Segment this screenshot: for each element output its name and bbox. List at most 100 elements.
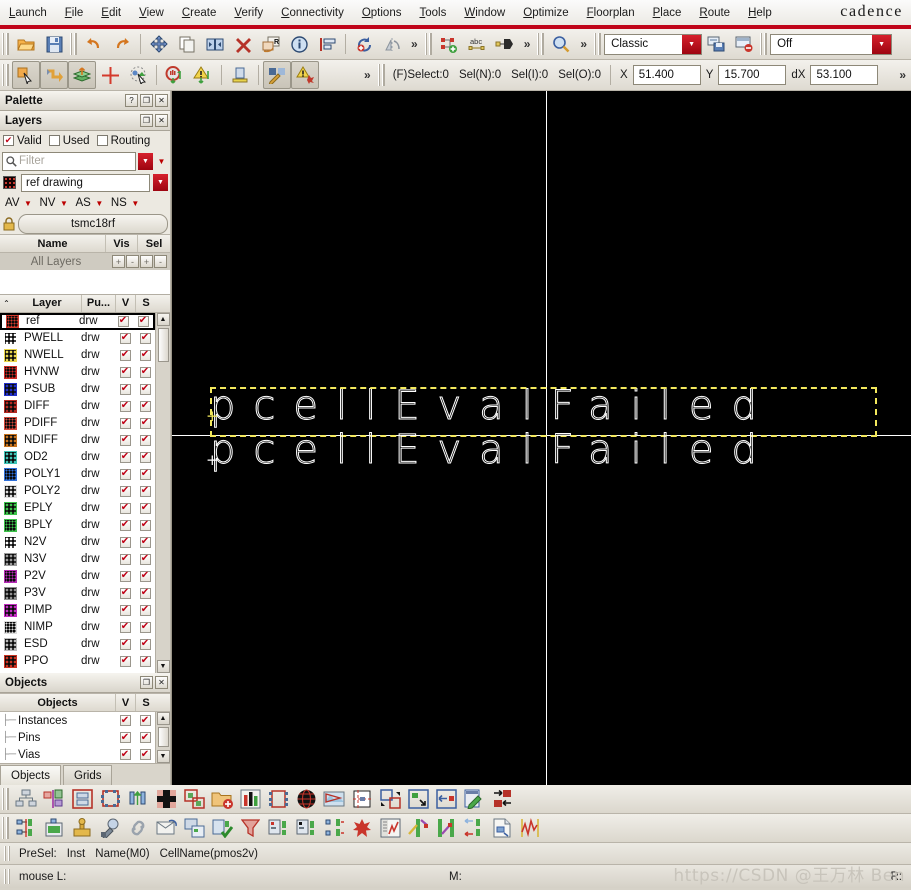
- layer-filter-used[interactable]: Used: [48, 135, 90, 147]
- layer-selectable-checkbox[interactable]: ✔: [135, 587, 155, 599]
- layer-visible-checkbox[interactable]: ✔: [115, 349, 135, 361]
- menu-item-create[interactable]: Create: [173, 5, 226, 21]
- layer-visible-checkbox[interactable]: ✔: [115, 383, 135, 395]
- checkbox-valid[interactable]: ✔: [3, 135, 14, 146]
- chip-io-icon[interactable]: [96, 786, 124, 813]
- layer-selectable-checkbox[interactable]: ✔: [135, 332, 155, 344]
- zoom-icon[interactable]: [547, 30, 575, 58]
- x-coord-input[interactable]: 51.400: [632, 65, 701, 85]
- pin-table-icon[interactable]: [40, 815, 68, 842]
- layer-color-swatch[interactable]: [4, 586, 17, 600]
- menu-item-view[interactable]: View: [130, 5, 173, 21]
- warn-push-icon[interactable]: [189, 61, 217, 89]
- layer-selectable-checkbox[interactable]: ✔: [135, 400, 155, 412]
- layer-row[interactable]: PDIFF drw ✔ ✔: [0, 415, 155, 432]
- layer-color-swatch[interactable]: [4, 365, 17, 379]
- preview-icon[interactable]: [320, 786, 348, 813]
- tab-objects[interactable]: Objects: [0, 765, 61, 785]
- bottom-toolbar1-grip[interactable]: [2, 788, 9, 810]
- filter-input[interactable]: Filter: [2, 151, 136, 171]
- all-layers-row[interactable]: All Layers + - + -: [0, 253, 170, 270]
- object-visible-checkbox[interactable]: ✔: [115, 732, 135, 743]
- route-diag-icon[interactable]: [432, 815, 460, 842]
- copy-icon[interactable]: [173, 30, 201, 58]
- objects-scroll-thumb[interactable]: [157, 727, 169, 747]
- layer-selectable-checkbox[interactable]: ✔: [135, 519, 155, 531]
- layer-visible-checkbox[interactable]: ✔: [115, 638, 135, 650]
- restore-button[interactable]: ❐: [140, 94, 153, 107]
- replace-icon[interactable]: R: [257, 30, 285, 58]
- menu-item-help[interactable]: Help: [739, 5, 781, 21]
- analysis-icon[interactable]: [516, 815, 544, 842]
- snap-mode-combo[interactable]: Off ▼: [770, 33, 893, 55]
- layer-row[interactable]: N2V drw ✔ ✔: [0, 534, 155, 551]
- layer-color-swatch[interactable]: [4, 637, 17, 651]
- layer-row[interactable]: POLY2 drw ✔ ✔: [0, 483, 155, 500]
- layer-menu-ns[interactable]: NS ▼: [106, 197, 142, 209]
- objects-scrollbar[interactable]: ▲ ▼: [155, 712, 170, 763]
- layer-selectable-checkbox[interactable]: ✔: [135, 553, 155, 565]
- layer-selectable-checkbox[interactable]: ✔: [135, 485, 155, 497]
- layer-selectable-checkbox[interactable]: ✔: [135, 434, 155, 446]
- explode-icon[interactable]: [348, 815, 376, 842]
- layer-color-swatch[interactable]: [4, 348, 17, 362]
- menu-item-route[interactable]: Route: [690, 5, 739, 21]
- layer-selectable-checkbox[interactable]: ✔: [135, 366, 155, 378]
- layer-visible-checkbox[interactable]: ✔: [115, 434, 135, 446]
- layout-canvas[interactable]: pcellEvalFailed + pcellEvalFailed +: [171, 91, 911, 785]
- layer-filter-routing[interactable]: Routing: [96, 135, 150, 147]
- filter-menu-icon[interactable]: ▼: [155, 157, 168, 166]
- layer-color-swatch[interactable]: [4, 569, 17, 583]
- menu-item-launch[interactable]: Launch: [0, 5, 56, 21]
- help-button[interactable]: ?: [125, 94, 138, 107]
- objects-scroll-up[interactable]: ▲: [156, 712, 170, 725]
- layer-row[interactable]: DIFF drw ✔ ✔: [0, 398, 155, 415]
- toolbar-grip-2[interactable]: [70, 33, 77, 55]
- copy-pin-icon[interactable]: [180, 815, 208, 842]
- layer-row[interactable]: NIMP drw ✔ ✔: [0, 619, 155, 636]
- layer-row[interactable]: BPLY drw ✔ ✔: [0, 517, 155, 534]
- view-preset-combo[interactable]: Classic ▼: [604, 33, 703, 55]
- layer-row[interactable]: P3V drw ✔ ✔: [0, 585, 155, 602]
- all-layers-btn-3[interactable]: -: [154, 255, 167, 268]
- toolbar-grip-4[interactable]: [537, 33, 545, 55]
- layers-restore-button[interactable]: ❐: [140, 114, 153, 127]
- layer-selectable-checkbox[interactable]: ✔: [135, 536, 155, 548]
- layer-menu-as[interactable]: AS ▼: [70, 197, 105, 209]
- layer-menu-av[interactable]: AV ▼: [0, 197, 35, 209]
- object-row[interactable]: ├─ Vias ✔ ✔: [0, 746, 155, 763]
- menu-item-verify[interactable]: Verify: [225, 5, 272, 21]
- object-selectable-checkbox[interactable]: ✔: [135, 715, 155, 726]
- stop-push-icon[interactable]: [161, 61, 189, 89]
- layer-visible-checkbox[interactable]: ✔: [115, 604, 135, 616]
- bargraph-icon[interactable]: [236, 786, 264, 813]
- layer-color-swatch[interactable]: [4, 518, 17, 532]
- lock-icon[interactable]: [2, 216, 16, 231]
- chevron-down-icon[interactable]: ▼: [129, 199, 142, 208]
- power-plan-icon[interactable]: [68, 815, 96, 842]
- module-icon[interactable]: [180, 786, 208, 813]
- menu-item-options[interactable]: Options: [353, 5, 411, 21]
- layer-visible-checkbox[interactable]: ✔: [115, 621, 135, 633]
- move-block-icon[interactable]: [376, 786, 404, 813]
- undo-icon[interactable]: [80, 30, 108, 58]
- layer-visible-checkbox[interactable]: ✔: [115, 468, 135, 480]
- swap-icon[interactable]: [488, 786, 516, 813]
- menu-item-tools[interactable]: Tools: [410, 5, 455, 21]
- info-icon[interactable]: [285, 30, 313, 58]
- layer-color-swatch[interactable]: [4, 501, 17, 515]
- globe-icon[interactable]: [292, 786, 320, 813]
- scroll-thumb[interactable]: [157, 327, 169, 362]
- lpv-value[interactable]: ref drawing: [21, 173, 150, 192]
- toolbar-grip-5[interactable]: [594, 33, 602, 55]
- objects-restore-button[interactable]: ❐: [140, 676, 153, 689]
- all-layers-btn-0[interactable]: +: [112, 255, 125, 268]
- checkbox-used[interactable]: [48, 135, 60, 146]
- object-visible-checkbox[interactable]: ✔: [115, 749, 135, 760]
- mail-icon[interactable]: [152, 815, 180, 842]
- s-col-header[interactable]: S: [136, 295, 156, 312]
- layer-selectable-checkbox[interactable]: ✔: [135, 451, 155, 463]
- menu-item-place[interactable]: Place: [644, 5, 691, 21]
- layer-row[interactable]: OD2 drw ✔ ✔: [0, 449, 155, 466]
- select-cursor-icon[interactable]: [12, 61, 40, 89]
